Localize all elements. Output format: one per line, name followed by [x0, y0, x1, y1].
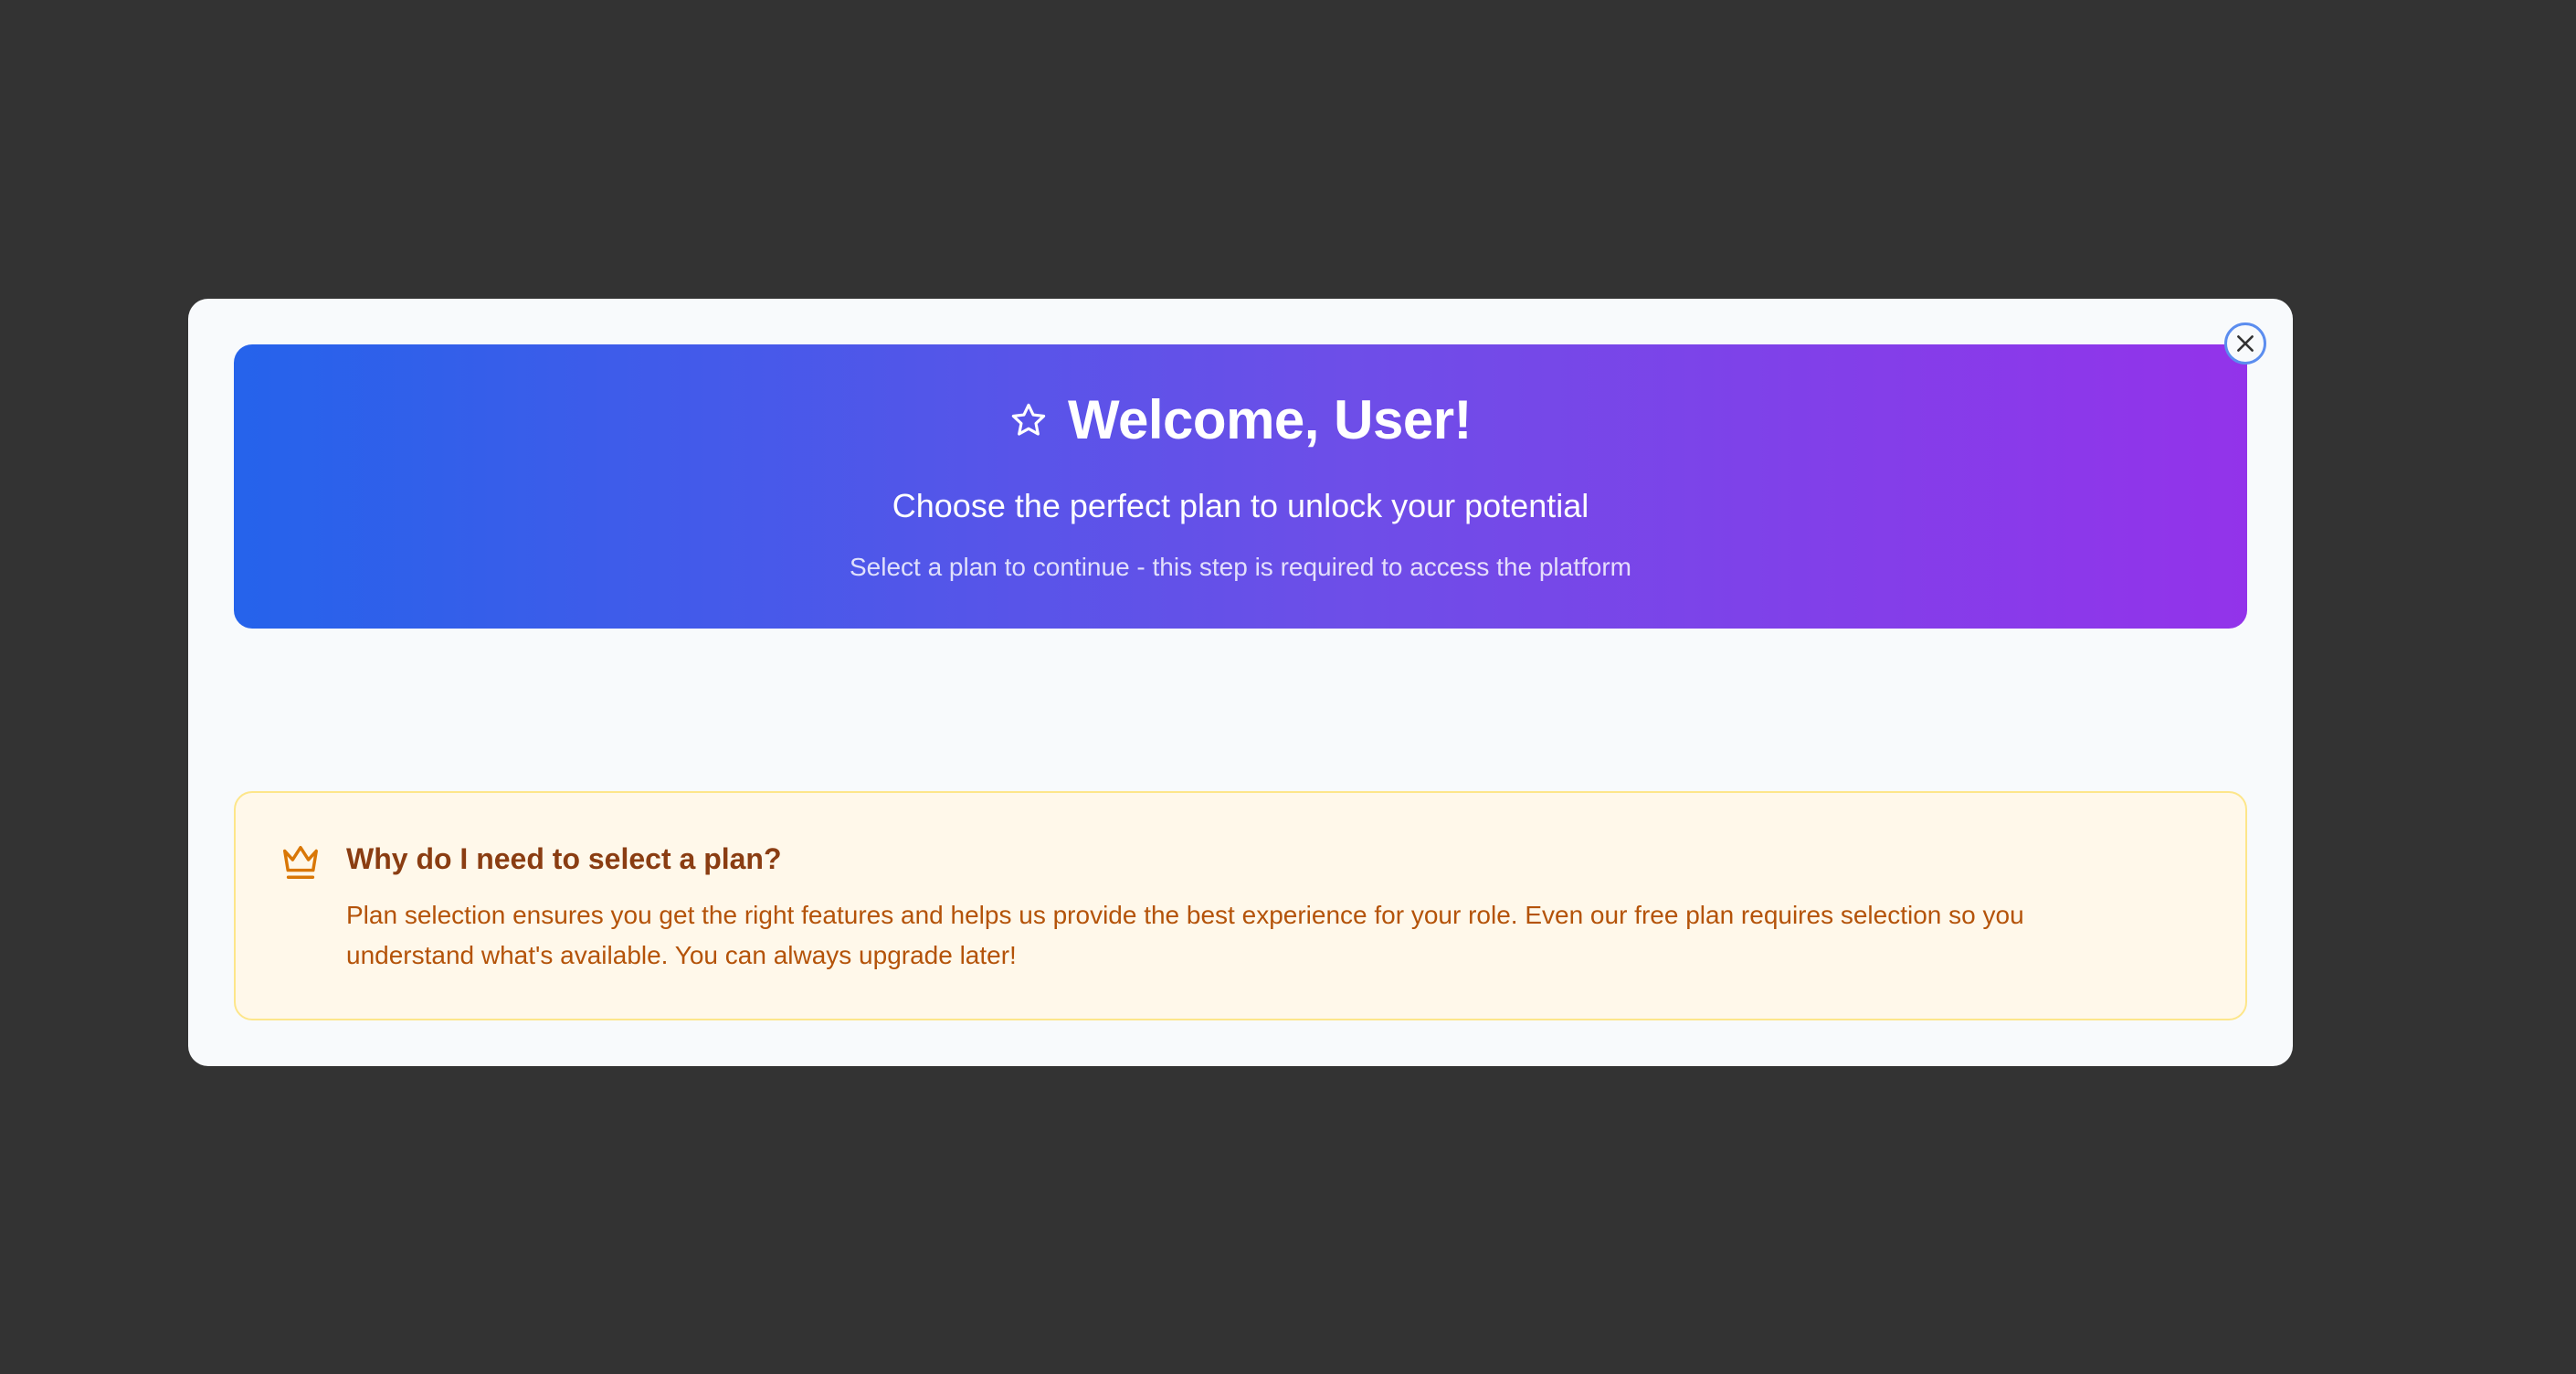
info-text: Plan selection ensures you get the right…: [346, 901, 2024, 969]
plan-info-box: Why do I need to select a plan? Plan sel…: [234, 791, 2247, 1020]
plan-selection-modal: Welcome, User! Choose the perfect plan t…: [188, 299, 2293, 1066]
star-icon: [1009, 401, 1048, 439]
welcome-subtitle: Choose the perfect plan to unlock your p…: [892, 487, 1589, 524]
info-title: Why do I need to select a plan?: [346, 842, 782, 875]
page-title: Welcome, User!: [1067, 389, 1473, 450]
welcome-note: Select a plan to continue - this step is…: [849, 553, 1631, 581]
welcome-banner: Welcome, User! Choose the perfect plan t…: [234, 344, 2247, 629]
close-button[interactable]: [2224, 322, 2266, 365]
close-icon: [2233, 332, 2257, 355]
welcome-title-row: Welcome, User!: [234, 388, 2247, 452]
crown-icon: [280, 840, 322, 883]
